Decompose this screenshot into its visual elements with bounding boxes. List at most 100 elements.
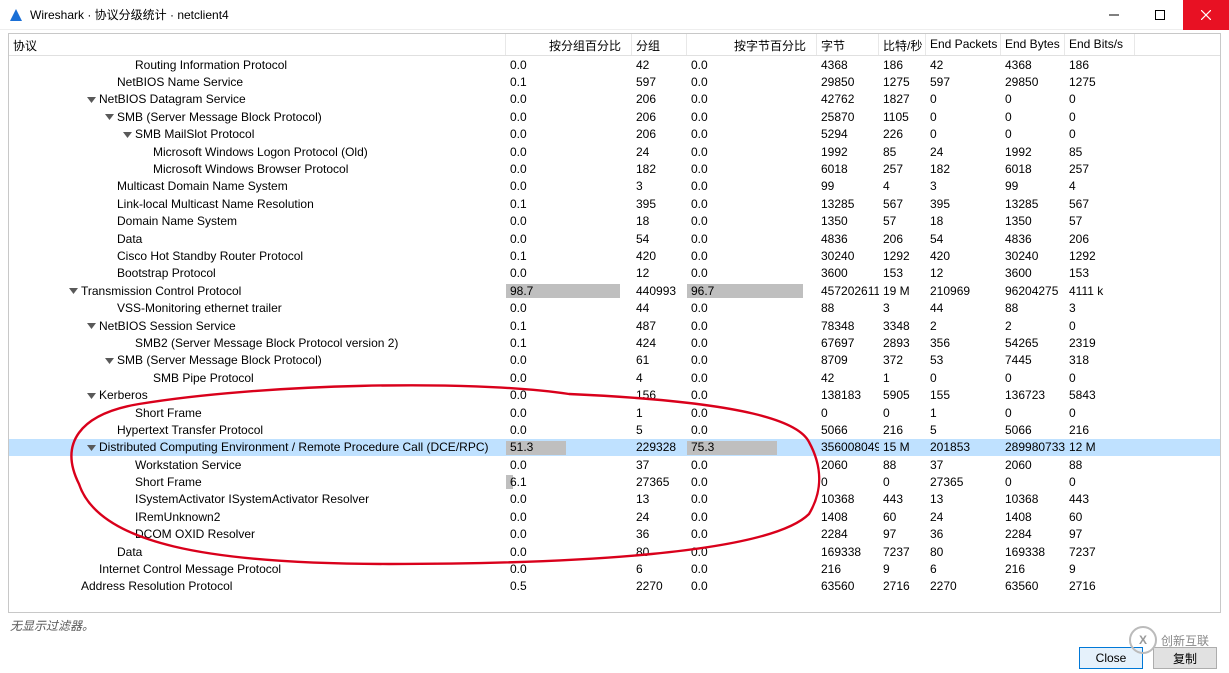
protocol-cell: Microsoft Windows Logon Protocol (Old)	[9, 143, 506, 160]
cell-eb: 29850	[1001, 75, 1065, 89]
table-row[interactable]: Multicast Domain Name System0.030.099439…	[9, 178, 1220, 195]
minimize-button[interactable]	[1091, 0, 1137, 30]
table-row[interactable]: Workstation Service0.0370.02060883720608…	[9, 456, 1220, 473]
chevron-down-icon[interactable]	[85, 389, 97, 401]
tree-spacer	[121, 493, 133, 505]
copy-button[interactable]: 复制	[1153, 647, 1217, 669]
chevron-down-icon[interactable]	[85, 93, 97, 105]
table-row[interactable]: Cisco Hot Standby Router Protocol0.14200…	[9, 247, 1220, 264]
close-button[interactable]: Close	[1079, 647, 1143, 669]
protocol-cell: ISystemActivator ISystemActivator Resolv…	[9, 491, 506, 508]
table-header: 协议 按分组百分比 分组 按字节百分比 字节 比特/秒 End Packets …	[9, 34, 1220, 56]
table-row[interactable]: ISystemActivator ISystemActivator Resolv…	[9, 491, 1220, 508]
protocol-cell: Microsoft Windows Browser Protocol	[9, 160, 506, 177]
cell-ep: 24	[926, 145, 1001, 159]
col-end-bits-s[interactable]: End Bits/s	[1065, 34, 1135, 55]
table-row[interactable]: SMB MailSlot Protocol0.02060.05294226000	[9, 126, 1220, 143]
col-end-packets[interactable]: End Packets	[926, 34, 1001, 55]
col-bytes[interactable]: 字节	[817, 34, 879, 55]
cell-ep: 53	[926, 353, 1001, 367]
protocol-cell: Data	[9, 543, 506, 560]
table-row[interactable]: Transmission Control Protocol98.74409939…	[9, 282, 1220, 299]
cell-eb: 3600	[1001, 266, 1065, 280]
table-row[interactable]: NetBIOS Datagram Service0.02060.04276218…	[9, 91, 1220, 108]
table-row[interactable]: Data0.0800.01693387237801693387237	[9, 543, 1220, 560]
table-row[interactable]: NetBIOS Name Service0.15970.029850127559…	[9, 73, 1220, 90]
table-row[interactable]: DCOM OXID Resolver0.0360.022849736228497	[9, 526, 1220, 543]
table-row[interactable]: SMB (Server Message Block Protocol)0.020…	[9, 108, 1220, 125]
cell-eb: 10368	[1001, 492, 1065, 506]
cell-by: 78348	[817, 319, 879, 333]
chevron-down-icon[interactable]	[67, 285, 79, 297]
protocol-cell: NetBIOS Name Service	[9, 73, 506, 90]
col-end-bytes[interactable]: End Bytes	[1001, 34, 1065, 55]
table-row[interactable]: Distributed Computing Environment / Remo…	[9, 439, 1220, 456]
cell-bs: 7237	[879, 545, 926, 559]
col-pct-packets[interactable]: 按分组百分比	[506, 34, 632, 55]
tree-spacer	[121, 337, 133, 349]
chevron-down-icon[interactable]	[103, 111, 115, 123]
table-row[interactable]: IRemUnknown20.0240.014086024140860	[9, 508, 1220, 525]
cell-eb: 0	[1001, 110, 1065, 124]
table-row[interactable]: Address Resolution Protocol0.522700.0635…	[9, 578, 1220, 595]
chevron-down-icon[interactable]	[85, 320, 97, 332]
cell-by: 29850	[817, 75, 879, 89]
cell-ebs: 318	[1065, 353, 1135, 367]
tree-spacer	[139, 163, 151, 175]
protocol-name: NetBIOS Datagram Service	[99, 92, 246, 106]
table-row[interactable]: VSS-Monitoring ethernet trailer0.0440.08…	[9, 299, 1220, 316]
chevron-down-icon[interactable]	[121, 128, 133, 140]
protocol-name: Cisco Hot Standby Router Protocol	[117, 249, 303, 263]
table-row[interactable]: Data0.0540.04836206544836206	[9, 230, 1220, 247]
cell-pb: 0.0	[687, 458, 817, 472]
table-row[interactable]: SMB Pipe Protocol0.040.0421000	[9, 369, 1220, 386]
cell-by: 42762	[817, 92, 879, 106]
protocol-cell: Transmission Control Protocol	[9, 282, 506, 299]
cell-eb: 289980733	[1001, 440, 1065, 454]
table-row[interactable]: Bootstrap Protocol0.0120.036001531236001…	[9, 265, 1220, 282]
table-row[interactable]: Internet Control Message Protocol0.060.0…	[9, 560, 1220, 577]
cell-ep: 13	[926, 492, 1001, 506]
table-row[interactable]: Link-local Multicast Name Resolution0.13…	[9, 195, 1220, 212]
protocol-name: Link-local Multicast Name Resolution	[117, 197, 314, 211]
cell-bs: 4	[879, 179, 926, 193]
protocol-name: Hypertext Transfer Protocol	[117, 423, 263, 437]
cell-pb: 0.0	[687, 214, 817, 228]
table-row[interactable]: Microsoft Windows Browser Protocol0.0182…	[9, 160, 1220, 177]
col-protocol[interactable]: 协议	[9, 34, 506, 55]
table-row[interactable]: SMB2 (Server Message Block Protocol vers…	[9, 334, 1220, 351]
cell-eb: 2060	[1001, 458, 1065, 472]
table-row[interactable]: Short Frame0.010.000100	[9, 404, 1220, 421]
cell-by: 1408	[817, 510, 879, 524]
col-pct-bytes[interactable]: 按字节百分比	[687, 34, 817, 55]
table-row[interactable]: Microsoft Windows Logon Protocol (Old) 0.…	[9, 143, 1220, 160]
chevron-down-icon[interactable]	[103, 354, 115, 366]
protocol-cell: NetBIOS Datagram Service	[9, 91, 506, 108]
cell-pk: 206	[632, 127, 687, 141]
close-window-button[interactable]	[1183, 0, 1229, 30]
cell-pp: 0.0	[506, 145, 632, 159]
table-row[interactable]: Hypertext Transfer Protocol0.050.0506621…	[9, 421, 1220, 438]
protocol-name: Microsoft Windows Logon Protocol (Old)	[153, 145, 368, 159]
cell-pk: 44	[632, 301, 687, 315]
col-bits-s[interactable]: 比特/秒	[879, 34, 926, 55]
cell-by: 1350	[817, 214, 879, 228]
table-row[interactable]: Short Frame6.1273650.0002736500	[9, 473, 1220, 490]
col-packets[interactable]: 分组	[632, 34, 687, 55]
table-row[interactable]: Domain Name System0.0180.013505718135057	[9, 213, 1220, 230]
cell-pb: 0.0	[687, 406, 817, 420]
cell-pb: 0.0	[687, 266, 817, 280]
chevron-down-icon[interactable]	[85, 441, 97, 453]
cell-pk: 206	[632, 110, 687, 124]
cell-ep: 24	[926, 510, 1001, 524]
maximize-button[interactable]	[1137, 0, 1183, 30]
table-row[interactable]: Kerberos0.01560.013818359051551367235843	[9, 386, 1220, 403]
cell-ebs: 0	[1065, 319, 1135, 333]
table-row[interactable]: SMB (Server Message Block Protocol)0.061…	[9, 352, 1220, 369]
table-row[interactable]: NetBIOS Session Service0.14870.078348334…	[9, 317, 1220, 334]
table-row[interactable]: Routing Information Protocol0.0420.04368…	[9, 56, 1220, 73]
cell-pp: 0.0	[506, 423, 632, 437]
cell-bs: 257	[879, 162, 926, 176]
cell-pk: 420	[632, 249, 687, 263]
cell-pp: 0.0	[506, 458, 632, 472]
